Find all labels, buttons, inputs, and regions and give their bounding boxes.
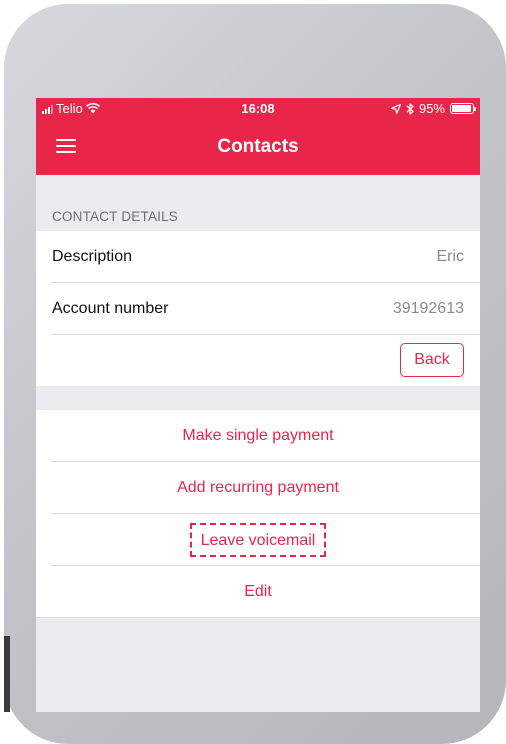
bluetooth-icon (406, 102, 414, 115)
make-single-payment-button[interactable]: Make single payment (36, 410, 480, 462)
phone-bezel (4, 636, 10, 712)
detail-row-account-number: Account number 39192613 (52, 283, 464, 335)
account-number-value: 39192613 (392, 300, 464, 317)
page-title: Contacts (217, 136, 299, 157)
leave-voicemail-label: Leave voicemail (189, 523, 327, 557)
back-button[interactable]: Back (400, 343, 464, 377)
battery-fill (452, 105, 471, 112)
battery-percent: 95% (418, 101, 445, 116)
row-divider (36, 617, 480, 618)
make-single-payment-label: Make single payment (182, 427, 334, 444)
location-arrow-icon (390, 103, 401, 114)
app-screen: Telio 16:08 95% Contacts CONTACT DETAILS… (36, 98, 480, 712)
status-bar: Telio 16:08 95% (36, 98, 480, 120)
edit-button[interactable]: Edit (36, 566, 480, 618)
edit-label: Edit (244, 583, 272, 600)
leave-voicemail-button[interactable]: Leave voicemail (36, 514, 480, 566)
description-label: Description (52, 248, 133, 265)
battery-tip (474, 107, 476, 111)
section-header-contact-details: CONTACT DETAILS (52, 209, 179, 224)
status-right: 95% (390, 101, 476, 116)
description-value: Eric (436, 248, 464, 265)
add-recurring-payment-button[interactable]: Add recurring payment (36, 462, 480, 514)
detail-row-description: Description Eric (52, 231, 464, 283)
contact-details-card: Description Eric Account number 39192613… (36, 231, 480, 386)
row-divider (52, 334, 480, 335)
nav-bar: Contacts (36, 120, 480, 175)
account-number-label: Account number (52, 300, 169, 317)
battery-icon (450, 103, 476, 114)
add-recurring-payment-label: Add recurring payment (177, 479, 339, 496)
actions-card: Make single payment Add recurring paymen… (36, 410, 480, 618)
